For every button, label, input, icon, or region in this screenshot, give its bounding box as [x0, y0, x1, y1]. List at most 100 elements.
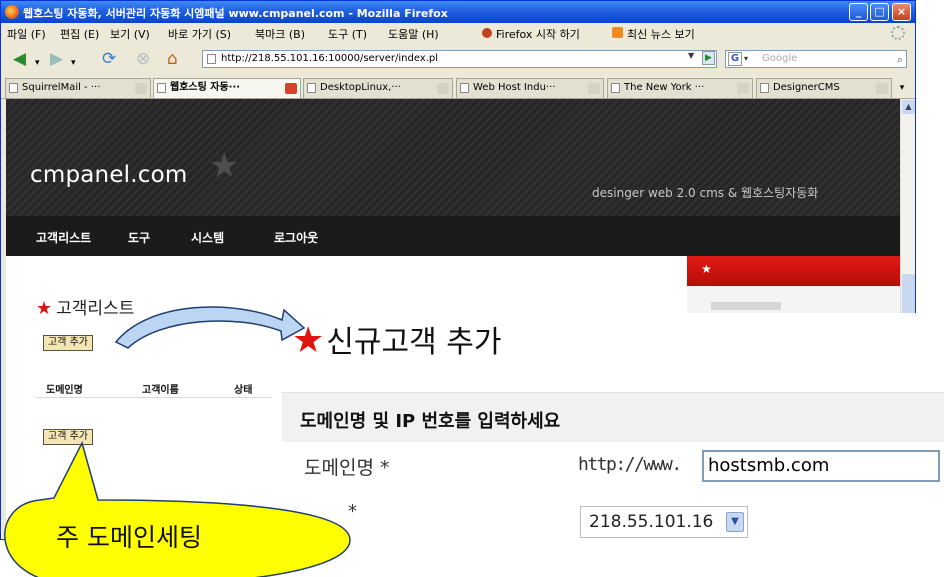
tab-close-icon[interactable] — [285, 83, 297, 94]
tab-cmpanel[interactable]: 웹호스팅 자동··· — [153, 78, 301, 98]
page-icon — [9, 83, 18, 93]
menu-go[interactable]: 바로 가기 (S) — [168, 26, 231, 42]
add-customer-button-top[interactable]: 고객 추가 — [43, 335, 93, 351]
title-bar: 웹호스팅 자동화, 서버관리 자동화 시엠패널 www.cmpanel.com … — [1, 1, 915, 23]
site-tagline: desinger web 2.0 cms & 웹호스팅자동화 — [592, 186, 819, 200]
tab-squirrelmail[interactable]: SquirrelMail - ··· — [5, 78, 151, 98]
reload-icon[interactable]: ⟳ — [102, 49, 116, 69]
screenshot-stage: 웹호스팅 자동화, 서버관리 자동화 시엠패널 www.cmpanel.com … — [0, 0, 944, 577]
ip-select[interactable]: 218.55.101.16 ▼ — [580, 506, 748, 538]
page-icon — [157, 83, 166, 93]
section-title-text: 고객리스트 — [56, 299, 135, 319]
sidebar-star-icon: ★ — [701, 262, 712, 276]
page-icon — [611, 83, 620, 93]
go-button[interactable]: ▶ — [702, 51, 715, 65]
table-header-divider — [36, 397, 276, 398]
tab-close-icon[interactable] — [737, 83, 749, 94]
ip-select-value: 218.55.101.16 — [589, 512, 714, 532]
menu-bar: 파일 (F) 편집 (E) 보기 (V) 바로 가기 (S) 북마크 (B) 도… — [1, 23, 915, 43]
site-nav: 고객리스트 도구 시스템 로그아웃 — [6, 216, 905, 256]
page-icon — [760, 83, 769, 93]
forward-arrow-icon[interactable]: ▶ — [50, 49, 63, 69]
page-icon — [207, 54, 216, 64]
search-icon[interactable]: ⌕ — [897, 52, 903, 68]
url-text: http://218.55.101.16:10000/server/index.… — [221, 53, 439, 64]
google-icon[interactable]: G — [728, 52, 742, 66]
tab-bar: SquirrelMail - ··· 웹호스팅 자동··· DesktopLin… — [1, 75, 915, 99]
sidebar-item[interactable] — [711, 302, 781, 310]
sidebar-header: ★ — [687, 256, 905, 286]
search-engine-dropdown-icon[interactable]: ▾ — [744, 51, 748, 67]
url-dropdown-icon[interactable]: ▼ — [688, 51, 694, 60]
tab-nytimes[interactable]: The New York ··· — [607, 78, 753, 98]
menu-bookmarks[interactable]: 북마크 (B) — [255, 26, 305, 42]
form-instruction: 도메인명 및 IP 번호를 입력하세요 — [300, 411, 561, 432]
stop-icon[interactable]: ⊗ — [136, 49, 150, 69]
close-button[interactable]: × — [892, 3, 911, 21]
scroll-up-icon[interactable]: ▲ — [902, 100, 915, 114]
menu-help[interactable]: 도움말 (H) — [388, 26, 439, 42]
back-arrow-icon[interactable]: ◀ — [13, 49, 26, 69]
form-section-header: 도메인명 및 IP 번호를 입력하세요 — [282, 392, 944, 442]
nav-tools[interactable]: 도구 — [128, 229, 150, 246]
zoomed-form-overlay: ★신규고객 추가 도메인명 및 IP 번호를 입력하세요 도메인명 * http… — [272, 313, 944, 577]
tab-webhost[interactable]: Web Host Indu··· — [456, 78, 604, 98]
tab-close-icon[interactable] — [588, 83, 600, 94]
scroll-thumb[interactable] — [902, 274, 915, 314]
add-customer-button-bottom[interactable]: 고객 추가 — [43, 429, 93, 445]
col-status[interactable]: 상태 — [234, 381, 252, 396]
tab-label: DesktopLinux,··· — [320, 82, 401, 93]
url-input[interactable]: http://218.55.101.16:10000/server/index.… — [202, 50, 717, 68]
chevron-down-icon[interactable]: ▼ — [726, 512, 744, 532]
url-prefix: http://www. — [578, 454, 682, 475]
maximize-button[interactable]: □ — [870, 3, 889, 21]
tab-desktoplinux[interactable]: DesktopLinux,··· — [303, 78, 453, 98]
search-input[interactable]: G ▾ Google ⌕ — [725, 50, 907, 68]
tab-list-icon[interactable]: ▾ — [894, 79, 910, 97]
throbber-icon — [891, 26, 905, 40]
firefox-logo-icon — [5, 5, 19, 19]
star-icon: ★ — [36, 298, 53, 319]
home-icon[interactable]: ⌂ — [167, 49, 178, 69]
new-customer-title-text: 신규고객 추가 — [326, 325, 502, 360]
domain-label: 도메인명 * — [304, 457, 390, 479]
site-banner: cmpanel.com ★ desinger web 2.0 cms & 웹호스… — [6, 99, 905, 216]
tab-label: Web Host Indu··· — [473, 82, 556, 93]
tab-close-icon[interactable] — [135, 83, 147, 94]
minimize-button[interactable]: _ — [849, 3, 868, 21]
bookmark-getting-started[interactable]: Firefox 시작 하기 — [496, 26, 580, 42]
domain-input[interactable]: hostsmb.com — [702, 450, 940, 482]
forward-dropdown-icon[interactable]: ▾ — [71, 53, 76, 73]
bookmark-latest-news[interactable]: 최신 뉴스 보기 — [627, 26, 695, 42]
search-placeholder: Google — [762, 53, 798, 64]
nav-logout[interactable]: 로그아웃 — [274, 229, 318, 246]
nav-system[interactable]: 시스템 — [191, 229, 224, 246]
tab-label: The New York ··· — [624, 82, 705, 93]
page-icon — [460, 83, 469, 93]
window-title: 웹호스팅 자동화, 서버관리 자동화 시엠패널 www.cmpanel.com … — [23, 7, 448, 20]
page-icon — [307, 83, 316, 93]
star-icon: ★ — [292, 320, 325, 361]
navigation-toolbar: ◀ ▾ ▶ ▾ ⟳ ⊗ ⌂ http://218.55.101.16:10000… — [1, 43, 915, 75]
tab-label: DesignerCMS — [773, 82, 840, 93]
section-title: ★ 고객리스트 — [36, 294, 134, 319]
firefox-bookmark-icon — [482, 28, 492, 38]
back-dropdown-icon[interactable]: ▾ — [35, 53, 40, 73]
callout-text: 주 도메인세팅 — [56, 523, 202, 552]
menu-view[interactable]: 보기 (V) — [110, 26, 150, 42]
col-domain[interactable]: 도메인명 — [46, 381, 83, 396]
nav-customer-list[interactable]: 고객리스트 — [36, 229, 91, 246]
tab-close-icon[interactable] — [437, 83, 449, 94]
tab-label: SquirrelMail - ··· — [22, 82, 101, 93]
menu-tools[interactable]: 도구 (T) — [328, 26, 367, 42]
ip-required-marker: * — [348, 501, 357, 522]
menu-file[interactable]: 파일 (F) — [7, 26, 46, 42]
menu-edit[interactable]: 편집 (E) — [60, 26, 99, 42]
new-customer-title: ★신규고객 추가 — [292, 317, 501, 361]
tab-close-icon[interactable] — [876, 83, 888, 94]
site-logo[interactable]: cmpanel.com — [30, 162, 188, 188]
logo-star-icon: ★ — [209, 146, 240, 186]
tab-label: 웹호스팅 자동··· — [170, 82, 241, 93]
col-customer-name[interactable]: 고객이름 — [142, 381, 179, 396]
tab-designercms[interactable]: DesignerCMS — [756, 78, 892, 98]
